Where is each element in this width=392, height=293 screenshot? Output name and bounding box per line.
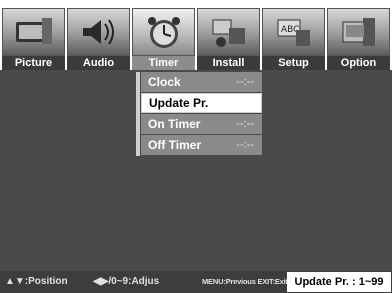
menu-item-label: On Timer: [148, 117, 201, 131]
menu-item-label: Off Timer: [148, 138, 202, 152]
menu-item-on-timer[interactable]: On Timer --:--: [141, 114, 262, 134]
picture-icon: [2, 8, 65, 56]
menu-tab-bar: Picture Audio Timer Install ABC Setup Op…: [0, 0, 392, 70]
tab-label: Setup: [262, 56, 325, 70]
menu-item-label: Update Pr.: [149, 96, 209, 110]
tab-label: Option: [327, 56, 390, 70]
setup-icon: ABC: [262, 8, 325, 56]
tab-label: Timer: [132, 56, 195, 70]
tab-option[interactable]: Option: [327, 8, 390, 70]
tab-setup[interactable]: ABC Setup: [262, 8, 325, 70]
menu-item-clock[interactable]: Clock --:--: [141, 72, 262, 92]
menu-item-update-pr[interactable]: Update Pr.: [141, 93, 262, 113]
menu-item-value: --:--: [236, 118, 254, 130]
tab-timer[interactable]: Timer: [132, 8, 195, 70]
install-icon: [197, 8, 260, 56]
option-icon: [327, 8, 390, 56]
tab-label: Audio: [67, 56, 130, 70]
menu-item-off-timer[interactable]: Off Timer --:--: [141, 135, 262, 155]
status-bar: ▲▼:Position ◀▶/0~9:Adjus MENU:Previous E…: [0, 271, 392, 293]
tab-label: Install: [197, 56, 260, 70]
menu-rail: [136, 72, 140, 156]
menu-item-value: --:--: [236, 139, 254, 151]
tab-label: Picture: [2, 56, 65, 70]
menu-item-label: Clock: [148, 75, 181, 89]
help-box: Update Pr. : 1~99: [287, 272, 391, 292]
tab-audio[interactable]: Audio: [67, 8, 130, 70]
adjust-hint: ◀▶/0~9:Adjus: [93, 276, 160, 287]
tab-install[interactable]: Install: [197, 8, 260, 70]
position-hint: ▲▼:Position: [5, 276, 68, 287]
menu-item-value: --:--: [236, 76, 254, 88]
navigation-hint: MENU:Previous EXIT:Exit: [202, 277, 288, 286]
timer-icon: [132, 8, 195, 56]
timer-submenu: Clock --:-- Update Pr. On Timer --:-- Of…: [136, 72, 262, 156]
tab-picture[interactable]: Picture: [2, 8, 65, 70]
audio-icon: [67, 8, 130, 56]
tab-strip: Picture Audio Timer Install ABC Setup Op…: [2, 8, 390, 70]
